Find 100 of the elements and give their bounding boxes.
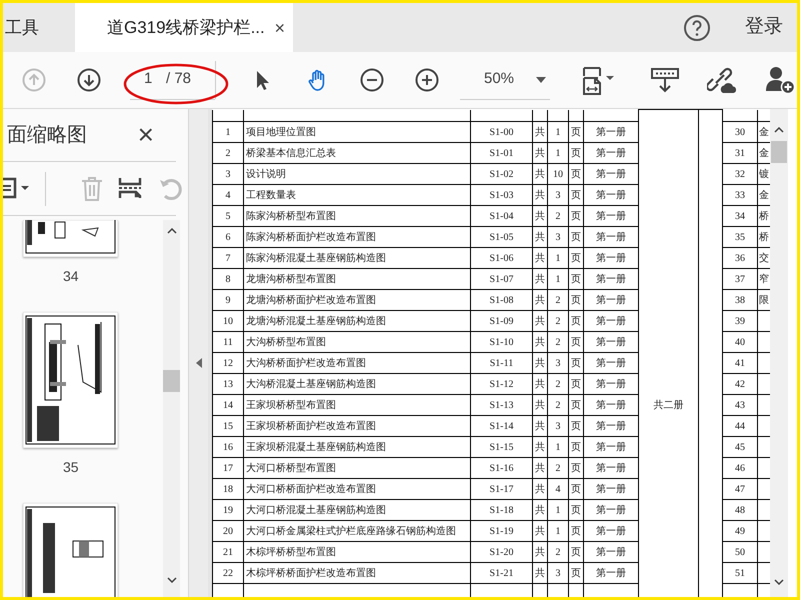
table-cell: S1-18 xyxy=(490,504,514,516)
table-cell: 5 xyxy=(226,210,230,222)
table-cell: 46 xyxy=(735,462,745,474)
table-cell: 10 xyxy=(223,316,233,326)
add-user-icon[interactable] xyxy=(765,65,795,95)
table-cell: 页 xyxy=(571,484,581,494)
page-thumbnail[interactable] xyxy=(23,220,118,257)
table-cell: 18 xyxy=(223,484,233,494)
table-cell: 页 xyxy=(571,232,581,242)
zoom-dropdown[interactable]: 50% xyxy=(460,60,550,100)
table-cell: 41 xyxy=(735,358,745,368)
table-cell: 王家坝桥混凝土基座钢筋构造图 xyxy=(246,442,386,452)
table-cell: 第一册 xyxy=(596,190,626,200)
table-cell: 桥 xyxy=(759,210,769,222)
table-cell: 43 xyxy=(735,400,745,410)
table-cell: 19 xyxy=(223,504,233,516)
table-cell: 33 xyxy=(735,190,745,200)
table-cell: 2 xyxy=(226,148,230,158)
table-cell: 设计说明 xyxy=(246,168,286,180)
login-link[interactable]: 登录 xyxy=(745,13,783,42)
table-cell: S1-00 xyxy=(490,126,514,138)
table-cell: 共 xyxy=(535,252,545,264)
help-icon[interactable] xyxy=(683,14,711,42)
table-cell: 页 xyxy=(571,126,581,138)
table-cell: S1-01 xyxy=(490,148,514,158)
table-cell: S1-16 xyxy=(490,462,514,474)
table-cell: 3 xyxy=(556,568,560,578)
table-cell: 共 xyxy=(535,462,545,474)
table-cell: 龙塘沟桥混凝土基座钢筋构造图 xyxy=(246,316,386,326)
table-cell: 大河口桥金属梁柱式护栏底座路缘石钢筋构造图 xyxy=(246,526,456,536)
scrollbar-thumb[interactable] xyxy=(771,141,787,163)
table-cell: 1 xyxy=(556,126,560,138)
table-cell: 第一册 xyxy=(596,168,626,180)
table-cell: 共 xyxy=(535,316,545,326)
page-down-icon[interactable] xyxy=(77,68,101,92)
table-cell: 大沟桥桥面护栏改造布置图 xyxy=(246,358,366,368)
table-cell: 共 xyxy=(535,568,545,578)
scroll-down-icon[interactable] xyxy=(774,579,784,585)
zoom-in-icon[interactable] xyxy=(415,68,439,92)
table-cell: 40 xyxy=(735,336,745,348)
table-cell: 页 xyxy=(571,252,581,264)
scroll-down-icon[interactable] xyxy=(166,577,176,583)
table-cell: 页 xyxy=(571,210,581,222)
table-cell: 共 xyxy=(535,378,545,390)
options-icon[interactable] xyxy=(3,176,31,202)
table-cell: 1 xyxy=(556,148,560,158)
table-cell: S1-11 xyxy=(490,358,514,368)
table-cell: 2 xyxy=(556,294,560,306)
scroll-up-icon[interactable] xyxy=(166,228,176,234)
table-cell: 2 xyxy=(556,400,560,410)
tab[interactable]: 道G319线桥梁护栏... × xyxy=(75,3,293,52)
table-cell: 共 xyxy=(535,358,545,368)
table-cell: 42 xyxy=(735,378,745,390)
tab-title: 道G319线桥梁护栏... xyxy=(107,16,265,39)
table-cell: 第一册 xyxy=(596,526,626,536)
table-cell: 35 xyxy=(735,232,745,242)
table-cell: 页 xyxy=(571,294,581,306)
zoom-out-icon[interactable] xyxy=(360,68,384,92)
table-cell: 2 xyxy=(556,316,560,326)
table-cell: S1-07 xyxy=(490,274,514,284)
scroll-up-icon[interactable] xyxy=(774,127,784,133)
scrollbar-thumb[interactable] xyxy=(163,370,180,392)
table-cell: S1-02 xyxy=(490,168,514,180)
table-cell: 第一册 xyxy=(596,316,626,326)
table-cell: 页 xyxy=(571,526,581,536)
table-cell: 共 xyxy=(535,126,545,138)
table-cell: 王家坝桥桥面护栏改造布置图 xyxy=(246,420,376,432)
table-cell: 页 xyxy=(571,148,581,158)
table-cell: 桥梁基本信息汇总表 xyxy=(246,148,336,158)
close-panel-button[interactable]: × xyxy=(138,121,154,149)
page-label: 34 xyxy=(63,267,79,286)
close-tab-button[interactable]: × xyxy=(274,18,285,36)
table-cell: S1-10 xyxy=(490,336,514,348)
table-cell: 共 xyxy=(535,420,545,432)
table-cell: 第一册 xyxy=(596,336,626,348)
link-cloud-icon[interactable] xyxy=(707,66,737,94)
page-thumbnail[interactable] xyxy=(23,503,118,597)
table-cell: 金 xyxy=(759,148,769,158)
table-cell: 页 xyxy=(571,378,581,390)
table-cell: S1-08 xyxy=(490,294,514,306)
fit-page-icon[interactable] xyxy=(581,64,617,96)
insert-icon[interactable] xyxy=(651,66,679,94)
table-cell: 第一册 xyxy=(596,568,626,578)
page-thumbnail[interactable] xyxy=(23,312,118,448)
table-cell: 陈家沟桥混凝土基座钢筋构造图 xyxy=(246,252,386,264)
panel-title: 面缩略图 xyxy=(7,123,87,148)
table-cell: S1-20 xyxy=(490,546,514,558)
collapse-arrow-icon[interactable] xyxy=(196,358,202,368)
table-cell: 页 xyxy=(571,420,581,432)
table-cell: 龙塘沟桥桥面护栏改造布置图 xyxy=(246,294,376,306)
table-cell: 共 xyxy=(535,546,545,558)
table-cell: 木棕坪桥桥型布置图 xyxy=(246,546,336,558)
table-cell: 共 xyxy=(535,336,545,348)
table-cell: 页 xyxy=(571,190,581,200)
table-cell: 第一册 xyxy=(596,420,626,432)
table-cell: 木棕坪桥桥面护栏改造布置图 xyxy=(246,568,376,578)
table-cell: 第一册 xyxy=(596,294,626,306)
table-cell: S1-19 xyxy=(490,526,514,536)
table-cell: 12 xyxy=(223,358,233,368)
page-number-field[interactable]: 1 xyxy=(144,70,156,90)
